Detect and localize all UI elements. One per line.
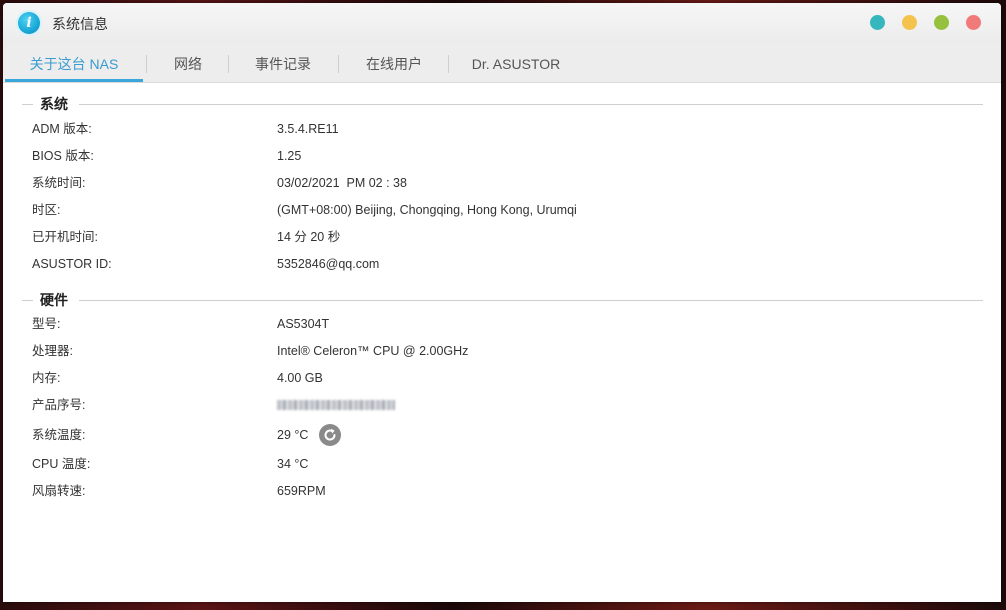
- section-hardware: 硬件: [22, 292, 983, 308]
- info-value: 34 °C: [277, 457, 309, 471]
- info-value: 659RPM: [277, 484, 326, 498]
- title-bar[interactable]: i 系统信息: [3, 3, 1001, 43]
- refresh-icon[interactable]: [319, 424, 341, 446]
- info-label: BIOS 版本:: [32, 149, 94, 163]
- divider: [79, 300, 983, 301]
- info-label: 型号:: [32, 317, 61, 331]
- section-title-system: 系统: [40, 96, 68, 112]
- info-value: 14 分 20 秒: [277, 230, 341, 244]
- window-control-teal[interactable]: [870, 15, 885, 30]
- divider: [22, 104, 33, 105]
- content-area: 系统 ADM 版本: 3.5.4.RE11 BIOS 版本: 1.25 系统时间…: [3, 83, 1001, 602]
- info-value: 03/02/2021 PM 02 : 38: [277, 176, 407, 190]
- divider: [79, 104, 983, 105]
- info-value: 5352846@qq.com: [277, 257, 380, 271]
- system-info-window: i 系统信息 关于这台 NAS 网络 事件记录 在线用户 Dr. ASUSTOR…: [3, 3, 1001, 602]
- info-label: CPU 温度:: [32, 457, 91, 471]
- window-control-close[interactable]: [966, 15, 981, 30]
- window-title: 系统信息: [52, 16, 108, 32]
- tab-about-nas[interactable]: 关于这台 NAS: [5, 43, 143, 82]
- section-title-hardware: 硬件: [40, 292, 68, 308]
- info-label: ASUSTOR ID:: [32, 257, 112, 271]
- info-value: 4.00 GB: [277, 371, 323, 385]
- divider: [22, 300, 33, 301]
- info-value: 3.5.4.RE11: [277, 122, 339, 136]
- window-control-green[interactable]: [934, 15, 949, 30]
- info-label: 风扇转速:: [32, 484, 86, 498]
- info-label: 系统时间:: [32, 176, 86, 190]
- window-control-yellow[interactable]: [902, 15, 917, 30]
- info-label: 时区:: [32, 203, 61, 217]
- info-label: ADM 版本:: [32, 122, 92, 136]
- section-system: 系统: [22, 96, 983, 112]
- tab-bar: 关于这台 NAS 网络 事件记录 在线用户 Dr. ASUSTOR: [3, 43, 1001, 83]
- info-value: 29 °C: [277, 428, 309, 442]
- info-icon: i: [18, 12, 40, 34]
- info-label: 产品序号:: [32, 398, 86, 412]
- tab-dr-asustor[interactable]: Dr. ASUSTOR: [449, 43, 583, 82]
- tab-event-log[interactable]: 事件记录: [229, 43, 337, 82]
- tab-online-users[interactable]: 在线用户: [339, 43, 449, 82]
- info-label: 已开机时间:: [32, 230, 98, 244]
- info-label: 系统温度:: [32, 428, 86, 442]
- tab-network[interactable]: 网络: [147, 43, 229, 82]
- serial-number-redacted: [277, 400, 395, 410]
- info-value: 1.25: [277, 149, 302, 163]
- info-value: AS5304T: [277, 317, 330, 331]
- info-label: 内存:: [32, 371, 61, 385]
- refresh-glyph: [324, 428, 336, 441]
- info-label: 处理器:: [32, 344, 73, 358]
- info-value: Intel® Celeron™ CPU @ 2.00GHz: [277, 344, 469, 358]
- info-value: (GMT+08:00) Beijing, Chongqing, Hong Kon…: [277, 203, 577, 217]
